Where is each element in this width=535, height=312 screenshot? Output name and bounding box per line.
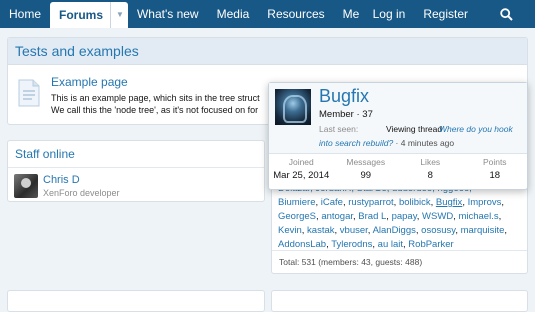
tooltip-last-seen-value: Viewing thread <box>386 124 443 134</box>
staff-member-row: Chris D XenForo developer <box>8 168 264 204</box>
tooltip-username[interactable]: Bugfix <box>319 86 369 107</box>
register-link[interactable]: Register <box>414 0 477 28</box>
tooltip-last-seen-line2: into search rebuild? · 4 minutes ago <box>319 138 454 148</box>
tooltip-thread-link[interactable]: Where do you hook <box>439 124 513 134</box>
tooltip-member-title: Member · 37 <box>319 109 373 120</box>
stat-label: Points <box>482 157 507 167</box>
nav-tab-home[interactable]: Home <box>0 0 50 28</box>
member-link[interactable]: michael.s <box>458 211 498 222</box>
stat-label: Joined <box>288 157 314 167</box>
member-link[interactable]: kastak <box>307 225 334 236</box>
nav-right: Log in Register <box>364 0 535 28</box>
staff-member-info: Chris D XenForo developer <box>43 174 120 198</box>
nav-tab-resources[interactable]: Resources <box>258 0 333 28</box>
member-link[interactable]: ososusy <box>421 225 455 236</box>
node-description-2: We call this the 'node tree', as it's no… <box>51 105 259 115</box>
members-total: Total: 531 (members: 43, guests: 488) <box>272 250 527 273</box>
chevron-down-icon[interactable]: ▼ <box>110 2 124 28</box>
member-link[interactable]: WSWD <box>422 211 453 222</box>
stat-points: Points 18 <box>463 157 528 181</box>
nav-tab-resources-label: Resources <box>267 7 325 21</box>
tooltip-stats: Joined Mar 25, 2014 Messages 99 Likes 8 … <box>269 157 527 181</box>
nav-tab-forums[interactable]: Forums ▼ <box>50 2 128 28</box>
register-label: Register <box>423 7 468 21</box>
member-link[interactable]: vbuser <box>340 225 368 236</box>
node-title-link[interactable]: Example page <box>51 75 260 89</box>
stat-label: Likes <box>420 157 441 167</box>
member-link[interactable]: GeorgeS <box>278 211 316 222</box>
member-link[interactable]: rustyparrot <box>348 197 393 208</box>
next-block-right <box>271 290 528 312</box>
member-tooltip: Bugfix Member · 37 Last seen: Viewing th… <box>268 82 528 190</box>
members-list-names: Biumiere, iCafe, rustyparrot, bolibick, … <box>278 196 523 252</box>
document-icon <box>18 79 40 107</box>
login-label: Log in <box>372 7 406 21</box>
member-link[interactable]: bolibick <box>399 197 431 208</box>
member-link[interactable]: AlanDiggs <box>373 225 416 236</box>
member-link[interactable]: iCafe <box>321 197 343 208</box>
node-text: Example page This is an example page, wh… <box>51 75 260 116</box>
stat-value[interactable]: 99 <box>334 170 399 181</box>
tooltip-last-seen-label: Last seen: <box>319 124 359 134</box>
member-link[interactable]: Bugfix <box>436 197 462 208</box>
nav-tab-members-label: Me <box>342 7 360 21</box>
member-link[interactable]: Kevin <box>278 225 302 236</box>
member-link[interactable]: AddonsLab <box>278 239 326 250</box>
nav-tab-whats-new[interactable]: What's new <box>128 0 208 28</box>
stat-joined: Joined Mar 25, 2014 <box>269 157 334 181</box>
search-button[interactable] <box>477 0 535 28</box>
stat-messages: Messages 99 <box>334 157 399 181</box>
member-link[interactable]: antogar <box>321 211 353 222</box>
staff-online-block: Staff online Chris D XenForo developer <box>7 140 265 202</box>
tooltip-time-ago: · 4 minutes ago <box>393 138 455 148</box>
member-link[interactable]: Tylerodns <box>331 239 372 250</box>
nav-tab-forums-label: Forums <box>59 8 104 22</box>
nav-tab-whats-new-label: What's new <box>136 7 199 21</box>
staff-online-title[interactable]: Staff online <box>8 141 264 168</box>
stat-likes: Likes 8 <box>398 157 463 181</box>
member-link[interactable]: Improvs <box>468 197 502 208</box>
avatar[interactable] <box>275 89 311 125</box>
nav-tab-media-label: Media <box>216 7 250 21</box>
avatar[interactable] <box>14 174 38 198</box>
nav-tab-media[interactable]: Media <box>208 0 259 28</box>
member-separator: , <box>501 197 505 208</box>
member-link[interactable]: RobParker <box>408 239 453 250</box>
stat-value: 8 <box>427 170 433 181</box>
login-link[interactable]: Log in <box>364 0 415 28</box>
node-example-page: Example page This is an example page, wh… <box>15 75 260 116</box>
search-icon <box>499 7 513 21</box>
member-link[interactable]: Biumiere <box>278 197 316 208</box>
members-list: Delazar, JordanH, StarGo, dduerdoo, ngg6… <box>272 182 529 252</box>
member-link[interactable]: papay <box>392 211 417 222</box>
stat-label: Messages <box>346 157 386 167</box>
member-link[interactable]: Brad L <box>358 211 386 222</box>
tests-block-title[interactable]: Tests and examples <box>8 38 527 65</box>
member-link[interactable]: au lait <box>378 239 403 250</box>
tooltip-thread-link-2[interactable]: into search rebuild? <box>319 138 393 148</box>
staff-member-name[interactable]: Chris D <box>43 174 120 186</box>
stat-value: Mar 25, 2014 <box>273 170 330 181</box>
member-link[interactable]: marquisite <box>461 225 505 236</box>
staff-member-role: XenForo developer <box>43 188 120 198</box>
member-separator: , <box>504 225 508 236</box>
node-description-1: This is an example page, which sits in t… <box>51 93 260 103</box>
member-separator: , <box>498 211 502 222</box>
next-block-left <box>7 290 265 312</box>
stat-value: 18 <box>489 170 501 181</box>
nav-tab-home-label: Home <box>9 7 42 21</box>
top-navbar: Home Forums ▼ What's new Media Resources… <box>0 0 535 28</box>
